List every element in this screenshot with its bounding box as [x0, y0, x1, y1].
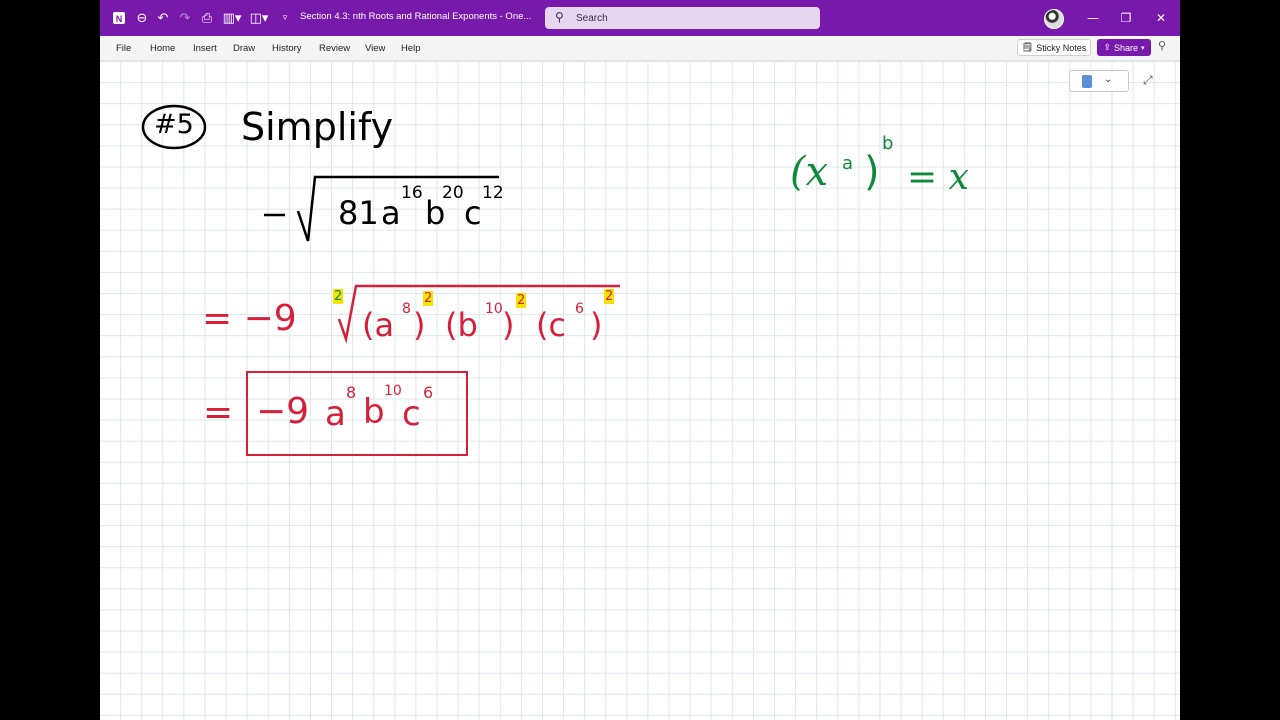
term-b-exp: 10: [485, 301, 503, 317]
share-button[interactable]: ⇪ Share ▾: [1097, 39, 1151, 56]
term-c: (c: [536, 306, 567, 344]
search-icon: ⚲: [555, 10, 564, 24]
answer-var-a: a: [325, 394, 346, 434]
var-c: c: [464, 194, 482, 232]
term-a: (a: [362, 306, 395, 344]
sticky-notes-label: Sticky Notes: [1036, 42, 1087, 53]
answer-exp-c: 6: [423, 383, 434, 402]
chevron-down-icon: ▾: [1141, 44, 1145, 52]
rule-exp-a: a: [842, 153, 854, 174]
search-box[interactable]: ⚲ Search: [545, 7, 820, 29]
coefficient-81: 81: [338, 194, 379, 232]
answer-var-c: c: [402, 394, 421, 434]
search-placeholder: Search: [576, 13, 608, 24]
menu-file[interactable]: File: [116, 43, 131, 54]
term-c-square: 2: [604, 289, 615, 304]
rule-rhs: = x: [907, 157, 969, 198]
menu-bar: File Home Insert Draw History Review Vie…: [100, 36, 1180, 61]
menu-home[interactable]: Home: [150, 43, 175, 54]
sticky-note-icon: 🗒: [1021, 42, 1034, 52]
exp-16: 16: [401, 183, 423, 203]
coauthor-icon[interactable]: ⚲: [1158, 39, 1166, 52]
svg-text:N: N: [116, 14, 123, 24]
menu-insert[interactable]: Insert: [193, 43, 217, 54]
note-canvas[interactable]: ⌄ ⤢ #5 Simplify 81 a 16 b 20 c 12 = −9 2…: [100, 61, 1180, 720]
answer-exp-b: 10: [384, 383, 402, 399]
shapes-icon[interactable]: ◫▾: [247, 9, 271, 27]
menu-review[interactable]: Review: [319, 43, 350, 54]
close-icon[interactable]: ✕: [1151, 8, 1171, 28]
term-c-exp: 6: [575, 301, 584, 317]
answer-coefficient: −9: [256, 391, 310, 432]
onenote-window: N ⊖ ↶ ↷ ⎙ ▥▾ ◫▾ ▿ Section 4.3: nth Roots…: [100, 0, 1180, 720]
restore-icon[interactable]: ❐: [1116, 8, 1136, 28]
instruction-text: Simplify: [241, 105, 394, 149]
document-title: Section 4.3: nth Roots and Rational Expo…: [300, 11, 532, 22]
answer-var-b: b: [363, 392, 385, 432]
answer-exp-a: 8: [346, 383, 357, 402]
customize-icon[interactable]: ▿: [276, 9, 294, 27]
term-a-exp: 8: [402, 301, 411, 317]
undo-icon[interactable]: ↶: [154, 9, 172, 27]
notebook-icon: [1082, 75, 1092, 88]
redo-icon[interactable]: ↷: [176, 9, 194, 27]
minimize-icon[interactable]: —: [1083, 8, 1103, 28]
chevron-down-icon: ⌄: [1104, 74, 1113, 85]
var-a: a: [381, 194, 401, 232]
menu-history[interactable]: History: [272, 43, 302, 54]
term-b: (b: [445, 306, 478, 344]
avatar[interactable]: [1044, 9, 1064, 29]
term-b-square: 2: [516, 293, 527, 308]
rule-exp-b: b: [882, 133, 894, 154]
problem-number: #5: [154, 109, 194, 140]
rule-close: ): [864, 149, 880, 195]
share-icon: ⇪: [1103, 42, 1111, 52]
menu-view[interactable]: View: [365, 43, 385, 54]
back-icon[interactable]: ⊖: [133, 9, 151, 27]
term-a-close: ): [413, 306, 426, 344]
term-a-square: 2: [423, 291, 434, 306]
print-icon[interactable]: ⎙: [198, 9, 216, 27]
notebook-selector[interactable]: ⌄: [1069, 70, 1129, 92]
expand-icon[interactable]: ⤢: [1143, 73, 1153, 88]
answer-equals: =: [203, 392, 234, 433]
layout-icon[interactable]: ▥▾: [220, 9, 244, 27]
exp-12: 12: [482, 183, 504, 203]
title-bar: N ⊖ ↶ ↷ ⎙ ▥▾ ◫▾ ▿ Section 4.3: nth Roots…: [100, 0, 1180, 36]
menu-help[interactable]: Help: [401, 43, 421, 54]
rule-lhs: (x: [790, 149, 829, 195]
menu-draw[interactable]: Draw: [233, 43, 255, 54]
term-c-close: ): [590, 306, 603, 344]
term-b-close: ): [502, 306, 515, 344]
sticky-notes-button[interactable]: 🗒 Sticky Notes: [1017, 39, 1091, 56]
exp-20: 20: [442, 183, 464, 203]
share-label: Share: [1114, 42, 1139, 53]
step1-prefix: = −9: [202, 298, 297, 339]
onenote-icon[interactable]: N: [110, 9, 128, 27]
